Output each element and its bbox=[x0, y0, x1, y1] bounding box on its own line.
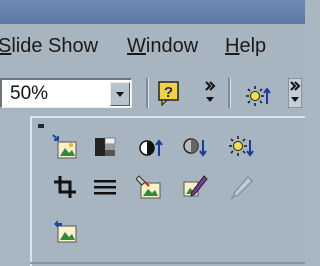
zoom-value: 50% bbox=[10, 83, 49, 104]
set-transparent-color-icon[interactable] bbox=[182, 174, 208, 200]
less-brightness-icon[interactable] bbox=[228, 134, 254, 160]
toolbar-options-chevron-icon[interactable] bbox=[204, 80, 216, 106]
color-icon[interactable] bbox=[92, 134, 118, 160]
zoom-dropdown-button[interactable] bbox=[110, 82, 130, 106]
toolbar-options-chevron-icon[interactable] bbox=[288, 78, 302, 108]
menu-bar: Slide Show Window Help bbox=[0, 24, 305, 68]
format-picture-icon[interactable] bbox=[136, 174, 162, 200]
insert-picture-icon[interactable] bbox=[52, 134, 78, 160]
more-contrast-icon[interactable] bbox=[138, 134, 164, 160]
line-style-icon[interactable] bbox=[92, 174, 118, 200]
recolor-picture-icon[interactable] bbox=[228, 174, 254, 200]
menu-help[interactable]: Help bbox=[225, 35, 266, 57]
toolbar-bottom-edge bbox=[30, 262, 305, 264]
menu-window[interactable]: Window bbox=[127, 35, 198, 57]
svg-text:?: ? bbox=[164, 84, 173, 101]
toolbar-grip[interactable] bbox=[38, 124, 44, 128]
toolbar-separator bbox=[228, 78, 230, 108]
more-brightness-icon[interactable] bbox=[245, 82, 271, 108]
reset-picture-icon[interactable] bbox=[52, 218, 78, 244]
less-contrast-icon[interactable] bbox=[182, 134, 208, 160]
crop-icon[interactable] bbox=[52, 174, 78, 200]
title-bar-strip bbox=[0, 0, 305, 24]
help-icon[interactable]: ? bbox=[156, 80, 182, 106]
toolbar-separator bbox=[146, 78, 148, 108]
menu-slide-show[interactable]: Slide Show bbox=[0, 35, 98, 57]
